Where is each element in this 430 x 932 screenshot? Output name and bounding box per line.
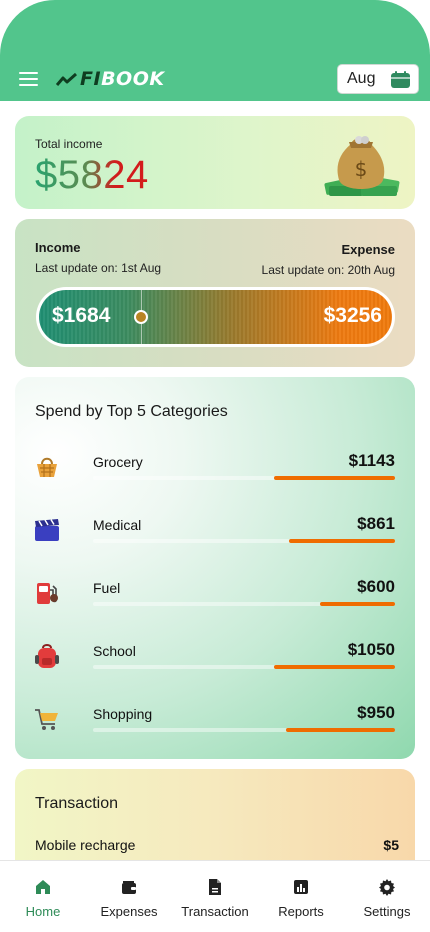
category-progress-fill — [286, 728, 395, 732]
fuel-pump-icon — [37, 583, 58, 604]
category-amount: $950 — [357, 703, 395, 722]
wallet-icon — [122, 881, 136, 894]
income-title: Income — [35, 240, 81, 255]
nav-settings[interactable]: Settings — [344, 861, 430, 932]
shopping-cart-icon — [35, 709, 58, 730]
home-icon — [36, 880, 50, 894]
categories-title: Spend by Top 5 Categories — [35, 403, 228, 420]
category-progress-fill — [274, 665, 395, 669]
category-row-school[interactable]: School $1050 — [15, 634, 415, 674]
nav-expenses[interactable]: Expenses — [86, 861, 172, 932]
category-name: Shopping — [93, 706, 153, 722]
money-bag-icon: $ — [324, 136, 400, 196]
category-progress-track — [93, 602, 395, 606]
clapperboard-icon — [35, 519, 59, 541]
month-picker[interactable]: Aug — [337, 64, 419, 94]
bar-chart-icon — [294, 880, 308, 894]
calendar-icon — [391, 70, 410, 88]
hamburger-menu-icon[interactable] — [19, 72, 38, 86]
total-income-value: $5824 — [35, 153, 149, 197]
trend-up-icon — [56, 72, 77, 86]
category-name: Fuel — [93, 580, 121, 596]
total-income-card: Total income $5824 $ — [15, 116, 415, 209]
category-progress-fill — [289, 539, 395, 543]
category-name: School — [93, 643, 136, 659]
nav-label: Settings — [363, 904, 411, 919]
nav-home[interactable]: Home — [0, 861, 86, 932]
transaction-name[interactable]: Mobile recharge — [35, 837, 135, 853]
category-progress-track — [93, 539, 395, 543]
income-expense-card: Income Last update on: 1st Aug Expense L… — [15, 219, 415, 367]
category-name: Grocery — [93, 454, 143, 470]
nav-reports[interactable]: Reports — [258, 861, 344, 932]
expense-value: $3256 — [323, 304, 382, 327]
income-last-update: Last update on: 1st Aug — [35, 261, 162, 275]
app-logo: FIBOOK — [56, 66, 165, 92]
category-row-grocery[interactable]: Grocery $1143 — [15, 445, 415, 485]
category-progress-fill — [274, 476, 395, 480]
expense-last-update: Last update on: 20th Aug — [261, 263, 395, 277]
nav-label: Home — [25, 904, 61, 919]
backpack-icon — [35, 644, 59, 668]
category-progress-track — [93, 665, 395, 669]
nav-transaction[interactable]: Transaction — [172, 861, 258, 932]
category-name: Medical — [93, 517, 142, 533]
category-amount: $1050 — [347, 640, 395, 659]
expense-title: Expense — [341, 242, 395, 257]
nav-label: Reports — [278, 904, 324, 919]
basket-icon — [37, 457, 57, 477]
top-categories-card: Spend by Top 5 Categories Grocery $1143 … — [15, 377, 415, 759]
category-amount: $600 — [357, 577, 395, 596]
svg-text:$: $ — [355, 157, 368, 181]
gear-icon — [379, 879, 395, 896]
category-progress-track — [93, 728, 395, 732]
category-progress-fill — [319, 602, 395, 606]
income-expense-bar[interactable]: $1684 $3256 — [36, 287, 395, 347]
logo-fi: FI — [80, 68, 102, 90]
month-label: Aug — [347, 70, 376, 87]
category-row-medical[interactable]: Medical $861 — [15, 508, 415, 548]
category-amount: $861 — [357, 514, 395, 533]
transaction-title: Transaction — [35, 795, 118, 812]
nav-label: Expenses — [100, 904, 158, 919]
bottom-nav: Home Expenses Transaction Reports Settin… — [0, 860, 430, 932]
category-row-fuel[interactable]: Fuel $600 — [15, 571, 415, 611]
app-header: FIBOOK Aug — [0, 0, 430, 101]
transaction-amount: $5 — [383, 837, 399, 853]
income-expense-gradient: $1684 $3256 — [39, 290, 392, 344]
category-amount: $1143 — [348, 451, 395, 470]
slider-knob[interactable] — [134, 310, 148, 324]
category-progress-track — [93, 476, 395, 480]
document-icon — [209, 879, 221, 895]
category-row-shopping[interactable]: Shopping $950 — [15, 697, 415, 737]
logo-book: BOOK — [101, 68, 165, 90]
income-value: $1684 — [52, 304, 111, 327]
nav-label: Transaction — [181, 904, 249, 919]
total-income-label: Total income — [35, 137, 103, 151]
